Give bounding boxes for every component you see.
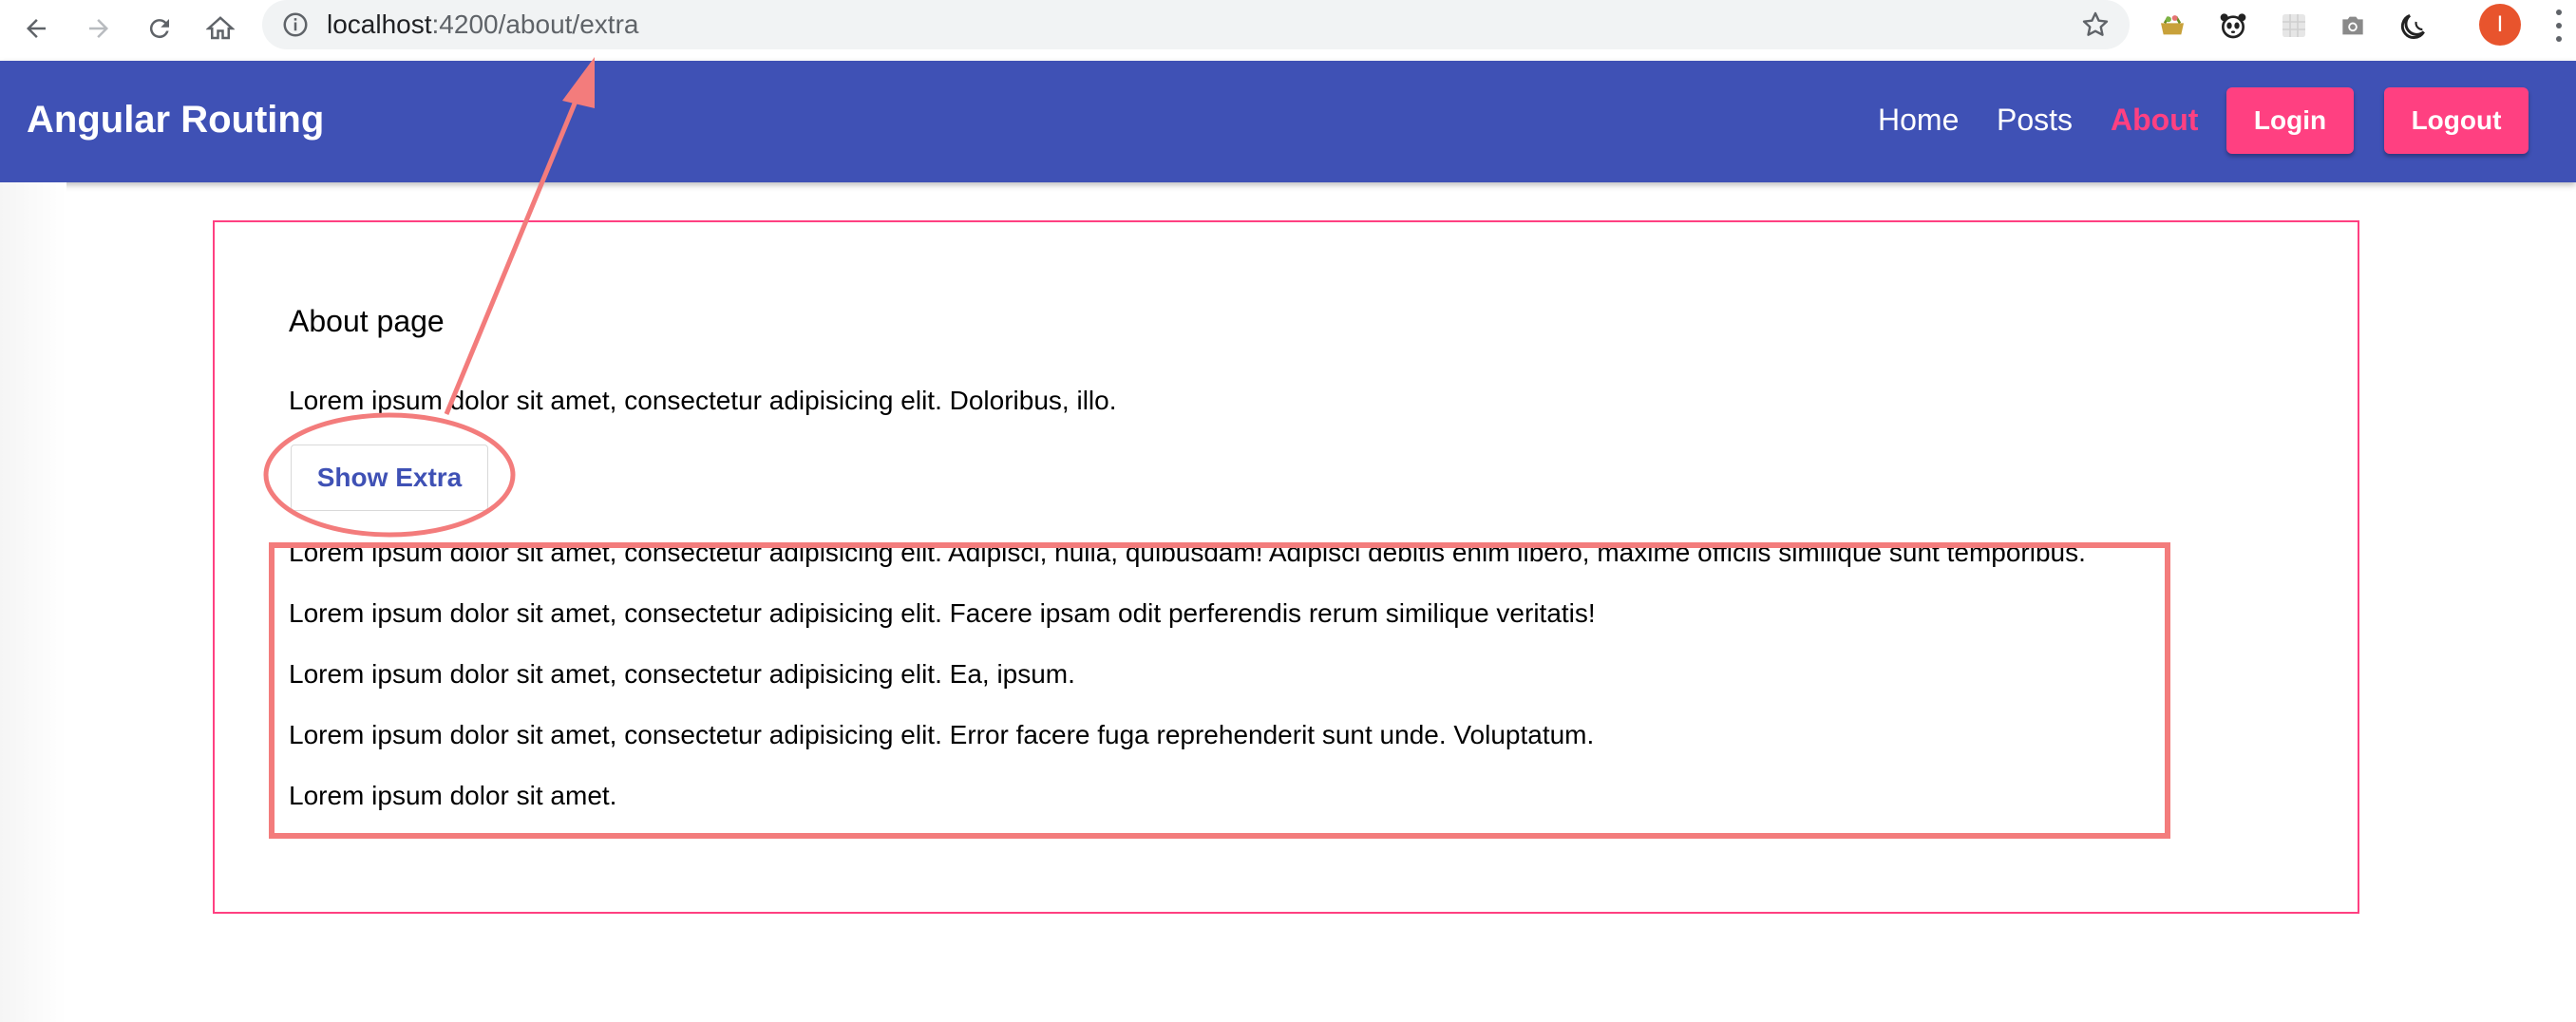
extra-paragraph: Lorem ipsum dolor sit amet. (289, 781, 617, 810)
home-icon (206, 16, 235, 40)
profile-initial: I (2496, 11, 2504, 37)
extra-paragraph: Lorem ipsum dolor sit amet, consectetur … (289, 720, 1595, 749)
nav-about-link[interactable]: About (2111, 103, 2198, 138)
camera-icon[interactable] (2337, 9, 2369, 42)
forward-button[interactable] (78, 8, 120, 49)
back-button[interactable] (15, 8, 57, 49)
grid-icon[interactable] (2278, 9, 2310, 42)
page-edge-shade (0, 182, 66, 1022)
show-extra-button[interactable]: Show Extra (291, 445, 488, 511)
profile-avatar[interactable]: I (2479, 4, 2521, 46)
nav-home-link[interactable]: Home (1878, 103, 1959, 138)
panda-icon[interactable] (2217, 9, 2249, 42)
extra-paragraph: Lorem ipsum dolor sit amet, consectetur … (289, 538, 2086, 567)
address-bar[interactable]: localhost:4200/about/extra (262, 0, 2130, 49)
logout-button[interactable]: Logout (2384, 87, 2529, 154)
url-text: localhost:4200/about/extra (327, 9, 639, 39)
home-button[interactable] (199, 8, 241, 49)
app-toolbar: Angular Routing Home Posts About Login L… (0, 61, 2576, 182)
info-icon[interactable] (281, 10, 310, 39)
arrow-right-icon (89, 19, 108, 38)
extra-paragraph: Lorem ipsum dolor sit amet, consectetur … (289, 598, 1596, 628)
arrow-left-icon (27, 19, 46, 38)
moon-icon[interactable] (2397, 9, 2430, 42)
extra-paragraph: Lorem ipsum dolor sit amet, consectetur … (289, 659, 1075, 689)
intro-paragraph: Lorem ipsum dolor sit amet, consectetur … (289, 386, 1117, 415)
app-title: Angular Routing (27, 99, 325, 141)
reload-button[interactable] (139, 8, 180, 49)
basket-icon[interactable] (2156, 9, 2188, 42)
login-button[interactable]: Login (2226, 87, 2354, 154)
bookmark-star-icon[interactable] (2080, 9, 2111, 40)
page-title: About page (289, 304, 445, 338)
browser-menu-icon[interactable] (2549, 9, 2568, 42)
reload-icon (149, 19, 169, 39)
browser-toolbar: localhost:4200/about/extra I (0, 0, 2576, 59)
nav-posts-link[interactable]: Posts (1997, 103, 2073, 138)
